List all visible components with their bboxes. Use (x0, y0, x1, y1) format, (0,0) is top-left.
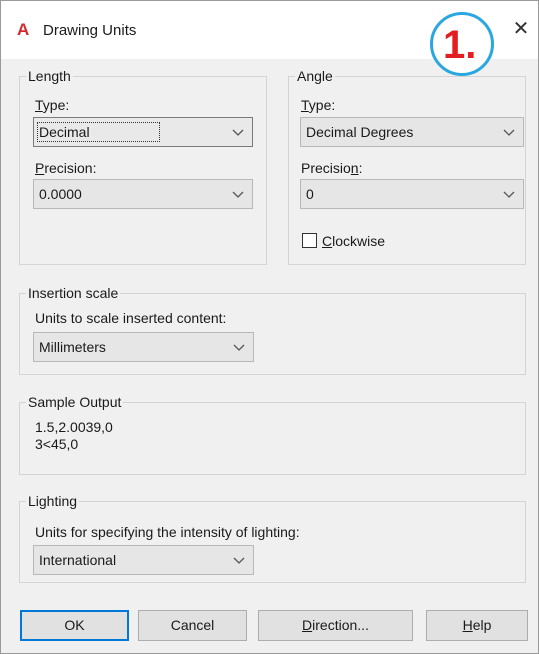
close-icon[interactable]: ✕ (507, 15, 535, 43)
insertion-scale-group-label: Insertion scale (26, 285, 121, 301)
angle-type-dropdown[interactable]: Decimal Degrees (300, 117, 524, 147)
length-precision-dropdown[interactable]: 0.0000 (33, 179, 253, 209)
chevron-down-icon (231, 339, 247, 355)
title-bar: A Drawing Units 1. ✕ (1, 1, 538, 76)
autocad-app-icon: A (17, 20, 30, 39)
direction-button[interactable]: Direction... (258, 610, 413, 641)
step-number-text: 1. (443, 23, 477, 67)
length-type-label: Type: (35, 97, 70, 113)
angle-type-label: Type: (301, 97, 336, 113)
clockwise-label[interactable]: Clockwise (322, 233, 385, 249)
sample-output-group-label: Sample Output (26, 394, 124, 410)
angle-group-label: Angle (295, 68, 335, 84)
angle-precision-value: 0 (306, 186, 314, 202)
cancel-button[interactable]: Cancel (138, 610, 247, 641)
insertion-units-dropdown[interactable]: Millimeters (33, 332, 254, 362)
lighting-units-label: Units for specifying the intensity of li… (35, 524, 300, 540)
angle-precision-label: Precision: (301, 160, 363, 176)
lighting-group-label: Lighting (26, 493, 80, 509)
length-precision-value: 0.0000 (39, 186, 82, 202)
window-title: Drawing Units (43, 22, 137, 39)
chevron-down-icon (501, 124, 517, 140)
length-type-dropdown[interactable]: Decimal (33, 117, 253, 147)
ok-button[interactable]: OK (20, 610, 129, 641)
insertion-units-value: Millimeters (39, 339, 106, 355)
lighting-units-value: International (39, 552, 117, 568)
help-button[interactable]: Help (426, 610, 528, 641)
angle-type-value: Decimal Degrees (306, 124, 414, 140)
chevron-down-icon (501, 186, 517, 202)
length-type-value: Decimal (37, 122, 160, 142)
step-number-badge: 1. (430, 12, 494, 76)
sample-output-line-1: 1.5,2.0039,0 (35, 419, 113, 435)
length-group-label: Length (26, 68, 73, 84)
sample-output-line-2: 3<45,0 (35, 436, 79, 452)
drawing-units-dialog: A Drawing Units 1. ✕ Length Type: Decima… (0, 0, 539, 654)
chevron-down-icon (230, 186, 246, 202)
clockwise-checkbox[interactable] (302, 233, 317, 248)
insertion-units-label: Units to scale inserted content: (35, 310, 227, 326)
lighting-units-dropdown[interactable]: International (33, 545, 254, 575)
angle-precision-dropdown[interactable]: 0 (300, 179, 524, 209)
chevron-down-icon (231, 552, 247, 568)
chevron-down-icon (230, 124, 246, 140)
sample-output-group: Sample Output (19, 394, 526, 475)
length-precision-label: Precision: (35, 160, 97, 176)
